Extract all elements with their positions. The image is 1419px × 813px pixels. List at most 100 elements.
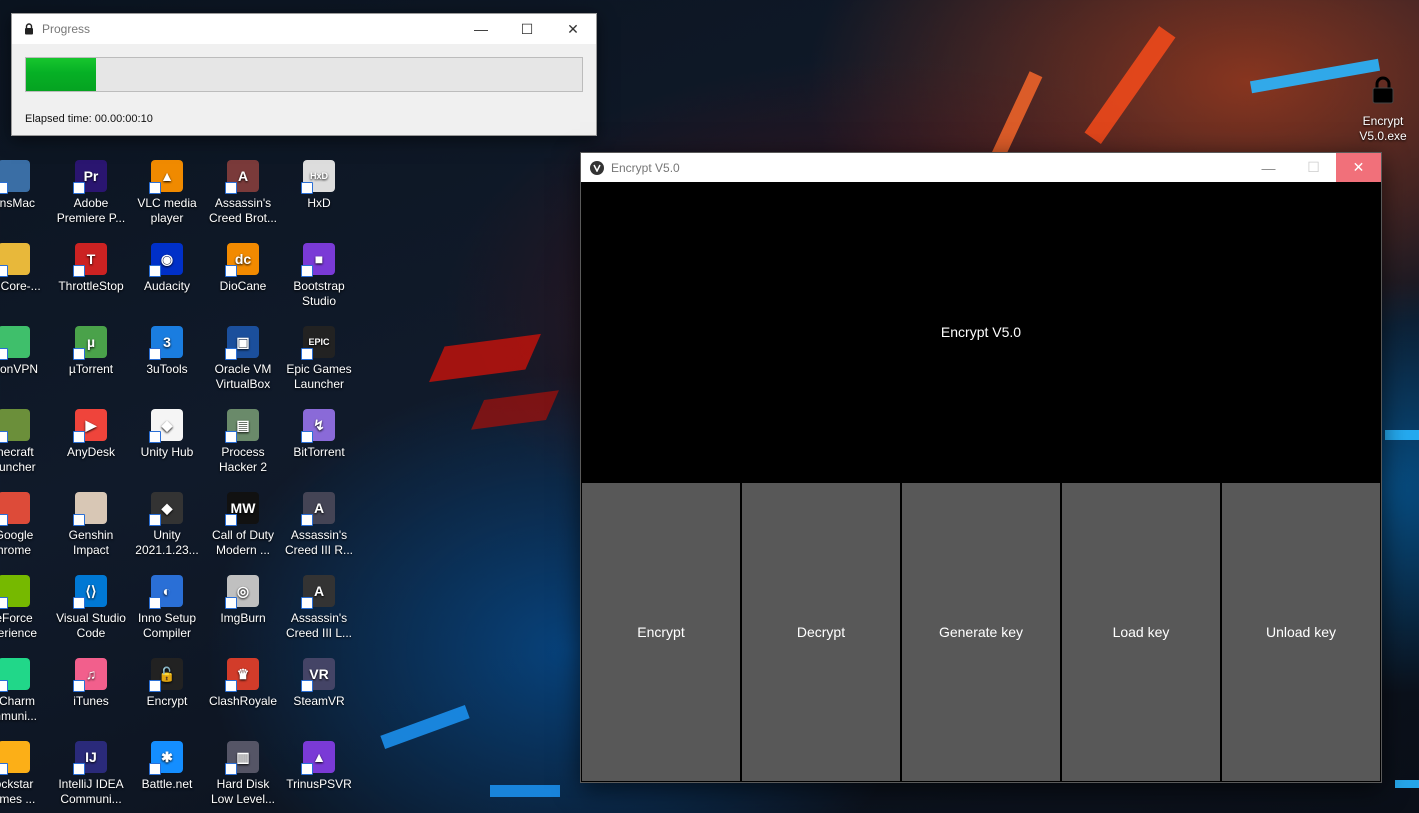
window-title: Progress (42, 22, 91, 36)
desktop-icon[interactable]: ▤ Process Hacker 2 (205, 409, 281, 475)
desktop-icon-encrypt-exe[interactable]: Encrypt V5.0.exe (1350, 76, 1416, 144)
minimize-icon: — (474, 21, 488, 37)
desktop-icon[interactable]: 🔓 Encrypt (129, 658, 205, 709)
minimize-button[interactable]: — (1246, 153, 1291, 182)
close-button[interactable]: ✕ (1336, 153, 1381, 182)
desktop-icon[interactable]: ▲ VLC media player (129, 160, 205, 226)
lock-icon (1372, 76, 1394, 104)
desktop-icon-label: Assassin's Creed III R... (284, 528, 354, 557)
desktop-icon[interactable]: eForce perience (0, 575, 52, 641)
desktop-icon[interactable]: dc DioCane (205, 243, 281, 294)
generate-key-button[interactable]: Generate key (902, 483, 1060, 781)
desktop-icon-label: Call of Duty Modern ... (211, 528, 275, 557)
utorrent-icon: µ (73, 326, 107, 360)
wallpaper-shard (1084, 26, 1176, 144)
desktop-icon[interactable]: ◆ Unity Hub (129, 409, 205, 460)
desktop-icon[interactable]: EPIC Epic Games Launcher (281, 326, 357, 392)
inno-setup-icon: ◐ (149, 575, 183, 609)
desktop-icon[interactable]: A Assassin's Creed III R... (281, 492, 357, 558)
pycharm-icon (0, 658, 30, 692)
desktop-icon-label: Unity Hub (140, 445, 194, 459)
battlenet-icon: ✱ (149, 741, 183, 775)
desktop-icon[interactable]: Pr Adobe Premiere P... (53, 160, 129, 226)
desktop-icon[interactable]: T ThrottleStop (53, 243, 129, 294)
desktop-icon[interactable]: 3 3uTools (129, 326, 205, 377)
desktop-icon[interactable]: ▶ AnyDesk (53, 409, 129, 460)
desktop-icon[interactable]: ansMac (0, 160, 52, 211)
clash-royale-icon: ♛ (225, 658, 259, 692)
wallpaper-shard (429, 333, 541, 383)
imgburn-icon: ◎ (225, 575, 259, 609)
unload-key-button[interactable]: Unload key (1222, 483, 1380, 781)
desktop-icon[interactable]: ⟨⟩ Visual Studio Code (53, 575, 129, 641)
maximize-button[interactable]: ☐ (504, 14, 550, 44)
audacity-icon: ◉ (149, 243, 183, 277)
desktop-icon[interactable]: ◐ Inno Setup Compiler (129, 575, 205, 641)
desktop-icon[interactable]: ♫ iTunes (53, 658, 129, 709)
desktop-icon[interactable]: HxD HxD (281, 160, 357, 211)
steamvr-icon: VR (301, 658, 335, 692)
desktop-icon-label: Battle.net (141, 777, 193, 791)
desktop-icon[interactable]: ◎ ImgBurn (205, 575, 281, 626)
desktop-icon[interactable]: Genshin Impact (53, 492, 129, 558)
vpn-icon (0, 326, 30, 360)
close-button[interactable]: ✕ (550, 14, 596, 44)
desktop-icon-label: ansMac (0, 196, 36, 210)
desktop-icon-label: Bootstrap Studio (293, 279, 345, 308)
desktop-icon[interactable]: ✱ Battle.net (129, 741, 205, 792)
desktop-icon[interactable]: A Assassin's Creed Brot... (205, 160, 281, 226)
desktop-icon[interactable]: enCore-... (0, 243, 52, 294)
desktop-icon[interactable]: ▥ Hard Disk Low Level... (205, 741, 281, 807)
desktop-icon-label: ImgBurn (220, 611, 266, 625)
call-of-duty-icon: MW (225, 492, 259, 526)
intellij-icon: IJ (73, 741, 107, 775)
progress-bar-fill (26, 58, 96, 91)
desktop-icon[interactable]: otonVPN (0, 326, 52, 377)
close-icon: ✕ (1352, 159, 1365, 175)
desktop-icon-label: yCharm mmuni... (0, 694, 37, 723)
desktop-icon[interactable]: ▣ Oracle VM VirtualBox (205, 326, 281, 392)
desktop-icon[interactable]: µ µTorrent (53, 326, 129, 377)
load-key-button[interactable]: Load key (1062, 483, 1220, 781)
title-bar[interactable]: Progress — ☐ ✕ (12, 14, 596, 44)
desktop-icon-label: ThrottleStop (58, 279, 124, 293)
progress-window: Progress — ☐ ✕ Elapsed time: 00.00:00:10 (11, 13, 597, 136)
desktop-icon-label: HxD (307, 196, 331, 210)
desktop-icon-label: eForce perience (0, 611, 38, 640)
maximize-icon: ☐ (520, 20, 534, 37)
encrypt-button[interactable]: Encrypt (582, 483, 740, 781)
desktop-icon[interactable]: Google hrome (0, 492, 52, 558)
desktop-icon[interactable]: inecraft auncher (0, 409, 52, 475)
desktop-icon[interactable]: ♛ ClashRoyale (205, 658, 281, 709)
desktop-icon[interactable]: A Assassin's Creed III L... (281, 575, 357, 641)
action-buttons: Encrypt Decrypt Generate key Load key Un… (582, 483, 1380, 781)
desktop-icon-label: Genshin Impact (68, 528, 114, 557)
desktop-icon[interactable]: MW Call of Duty Modern ... (205, 492, 281, 558)
hard-disk-icon: ▥ (225, 741, 259, 775)
desktop-icon-label: Assassin's Creed III L... (285, 611, 353, 640)
lock-icon: 🔓 (149, 658, 183, 692)
wallpaper-shard (1395, 780, 1419, 788)
title-bar[interactable]: Encrypt V5.0 — ☐ ✕ (581, 153, 1381, 182)
desktop-icon[interactable]: IJ IntelliJ IDEA Communi... (53, 741, 129, 807)
desktop-icon[interactable]: ◉ Audacity (129, 243, 205, 294)
desktop-icon[interactable]: ockstar ames ... (0, 741, 52, 807)
desktop-icon-label: otonVPN (0, 362, 39, 376)
rockstar-icon (0, 741, 30, 775)
desktop-icon-label: Epic Games Launcher (286, 362, 352, 391)
desktop-icon[interactable]: ↯ BitTorrent (281, 409, 357, 460)
minimize-icon: — (1261, 159, 1276, 176)
decrypt-button[interactable]: Decrypt (742, 483, 900, 781)
maximize-button[interactable]: ☐ (1291, 153, 1336, 182)
desktop-icon-label: Encrypt (146, 694, 188, 708)
desktop-icon-label: Audacity (143, 279, 191, 293)
desktop-icon[interactable]: ■ Bootstrap Studio (281, 243, 357, 309)
genshin-icon (73, 492, 107, 526)
desktop-icon[interactable]: ▲ TrinusPSVR (281, 741, 357, 792)
desktop-icon[interactable]: yCharm mmuni... (0, 658, 52, 724)
desktop-icon[interactable]: ◆ Unity 2021.1.23... (129, 492, 205, 558)
desktop-icon[interactable]: VR SteamVR (281, 658, 357, 709)
minimize-button[interactable]: — (458, 14, 504, 44)
desktop-icon-label: BitTorrent (293, 445, 345, 459)
desktop-icon-label: Inno Setup Compiler (137, 611, 197, 640)
